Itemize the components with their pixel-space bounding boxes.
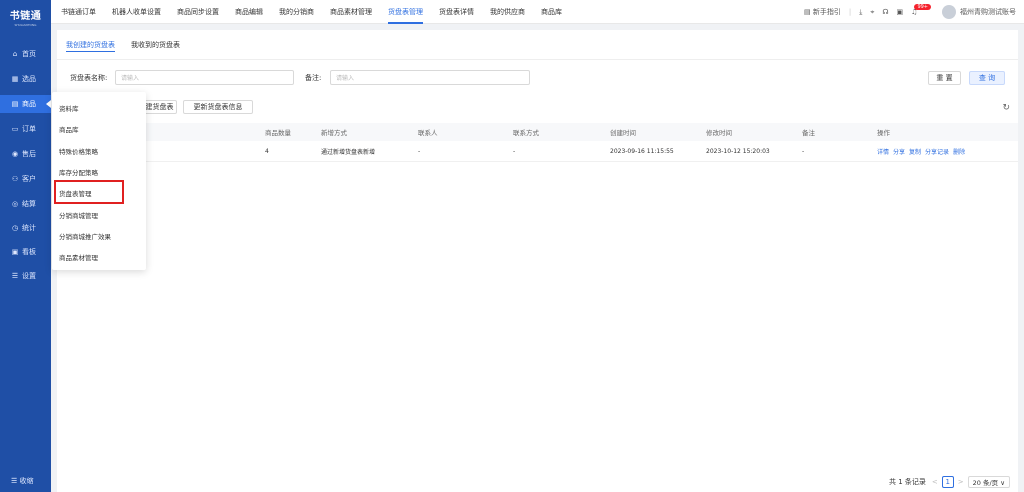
remark-label: 备注: — [305, 74, 322, 82]
table-row: 4 通过新增货盘表新增 - - 2023-09-16 11:15:55 2023… — [57, 141, 1018, 162]
top-navigation: 书链通订单 机器人收单设置 商品同步设置 商品编辑 我的分销商 商品素材管理 货… — [51, 0, 1024, 24]
submenu-item[interactable]: 库存分配策略 — [59, 167, 98, 177]
page-1[interactable]: 1 — [941, 476, 954, 488]
sidebar-item-orders[interactable]: ▭ 订单 — [0, 120, 51, 138]
share-record-link[interactable]: 分享记录 — [925, 149, 949, 156]
sidebar-item-settings[interactable]: ☰ 设置 — [0, 267, 51, 285]
avatar — [942, 5, 956, 19]
sidebar-item-customers[interactable]: ⚇ 客户 — [0, 170, 51, 188]
submenu-item[interactable]: 特殊价格策略 — [59, 146, 98, 156]
guide-link[interactable]: ▤ 新手指引 — [804, 7, 841, 17]
palette-table: 商品数量 新增方式 联系人 联系方式 创建时间 修改时间 备注 操作 4 通过新… — [57, 123, 1018, 162]
topnav-item[interactable]: 我的分销商 — [279, 0, 314, 24]
topnav-item-active[interactable]: 货盘表管理 — [388, 0, 423, 24]
highlight-box — [54, 180, 124, 204]
filter-bar: 货盘表名称: 请输入 备注: 请输入 重 置 查 询 — [57, 70, 1018, 86]
create-palette-button[interactable]: 建货盘表 — [142, 100, 177, 114]
main-content: 我创建的货盘表 我收到的货盘表 货盘表名称: 请输入 备注: 请输入 重 置 查… — [57, 30, 1018, 492]
headset-icon[interactable]: ☊ — [882, 8, 888, 16]
next-page-button[interactable]: > — [958, 478, 964, 486]
monitor-icon: ⌂ — [12, 50, 18, 58]
sidebar-item-goods[interactable]: ▤ 商品 — [0, 95, 51, 113]
page-size-select[interactable]: 20 条/页 ∨ — [967, 476, 1010, 488]
clipboard-icon[interactable]: ▣ — [897, 8, 904, 16]
account-menu[interactable]: 福州青购测试账号 — [942, 5, 1016, 19]
collapse-button[interactable]: ☰ 收缩 — [11, 476, 34, 486]
detail-link[interactable]: 详情 — [877, 149, 889, 156]
sidebar-item-stats[interactable]: ◷ 统计 — [0, 219, 51, 237]
divider: | — [848, 8, 852, 16]
sidebar-item-aftersale[interactable]: ◉ 售后 — [0, 145, 51, 163]
topnav-item[interactable]: 商品素材管理 — [330, 0, 372, 24]
sidebar-item-settlement[interactable]: ◎ 结算 — [0, 195, 51, 213]
search-button[interactable]: 查 询 — [969, 71, 1005, 85]
location-icon[interactable]: ⌖ — [870, 8, 874, 17]
name-label: 货盘表名称: — [70, 74, 108, 82]
sidebar: 书链通 SHULIANTONG ⌂ 首页 ▦ 选品 ▤ 商品 ▭ 订单 ◉ 售后 ⚇ 客户 … — [0, 0, 51, 492]
topnav-item[interactable]: 货盘表详情 — [439, 0, 474, 24]
eye-icon: ◉ — [11, 150, 19, 158]
name-input[interactable]: 请输入 — [115, 70, 294, 85]
topnav-item[interactable]: 商品同步设置 — [177, 0, 219, 24]
submenu-item[interactable]: 分销商城管理 — [59, 210, 98, 220]
notification-badge: 99+ — [914, 4, 931, 10]
update-palette-button[interactable]: 更新货盘表信息 — [183, 100, 253, 114]
logo[interactable]: 书链通 SHULIANTONG — [0, 0, 51, 34]
share-link[interactable]: 分享 — [893, 149, 905, 156]
topnav-item[interactable]: 商品库 — [541, 0, 562, 24]
sidebar-item-dashboard[interactable]: ▣ 看板 — [0, 243, 51, 261]
copy-link[interactable]: 复制 — [909, 149, 921, 156]
remark-input[interactable]: 请输入 — [330, 70, 530, 85]
users-icon: ⚇ — [11, 175, 19, 183]
document-icon: ▭ — [11, 125, 19, 133]
submenu-item[interactable]: 资料库 — [59, 103, 79, 113]
row-actions: 详情 分享 复制 分享记录 删除 — [877, 147, 969, 156]
table-header: 商品数量 新增方式 联系人 联系方式 创建时间 修改时间 备注 操作 — [57, 123, 1018, 141]
submenu-item[interactable]: 分销商城推广效果 — [59, 231, 111, 241]
topnav-item[interactable]: 书链通订单 — [61, 0, 96, 24]
total-count: 共 1 条记录 — [888, 478, 926, 486]
pagination: 共 1 条记录 < 1 > 20 条/页 ∨ — [889, 476, 1010, 488]
submenu-item[interactable]: 商品素材管理 — [59, 252, 98, 262]
wallet-icon: ◎ — [11, 200, 19, 208]
topnav-item[interactable]: 商品编辑 — [235, 0, 263, 24]
delete-link[interactable]: 删除 — [953, 149, 965, 156]
submenu-item[interactable]: 商品库 — [59, 124, 79, 134]
box-icon: ▤ — [11, 100, 19, 108]
sidebar-item-select[interactable]: ▦ 选品 — [0, 70, 51, 88]
grid-icon: ▦ — [11, 75, 19, 83]
list-icon: ☰ — [11, 272, 19, 280]
tab-my-created[interactable]: 我创建的货盘表 — [66, 30, 115, 60]
tab-received[interactable]: 我收到的货盘表 — [131, 30, 180, 60]
download-icon[interactable]: ⤓ — [859, 8, 862, 17]
book-icon: ▤ — [804, 8, 811, 16]
reset-button[interactable]: 重 置 — [928, 71, 961, 85]
screen-icon: ▣ — [11, 248, 19, 256]
refresh-icon[interactable]: ↻ — [1002, 103, 1010, 113]
clock-icon: ◷ — [11, 224, 19, 232]
topnav-item[interactable]: 我的供应商 — [490, 0, 525, 24]
sidebar-item-home[interactable]: ⌂ 首页 — [0, 45, 51, 63]
topnav-item[interactable]: 机器人收单设置 — [112, 0, 161, 24]
prev-page-button[interactable]: < — [932, 478, 938, 486]
